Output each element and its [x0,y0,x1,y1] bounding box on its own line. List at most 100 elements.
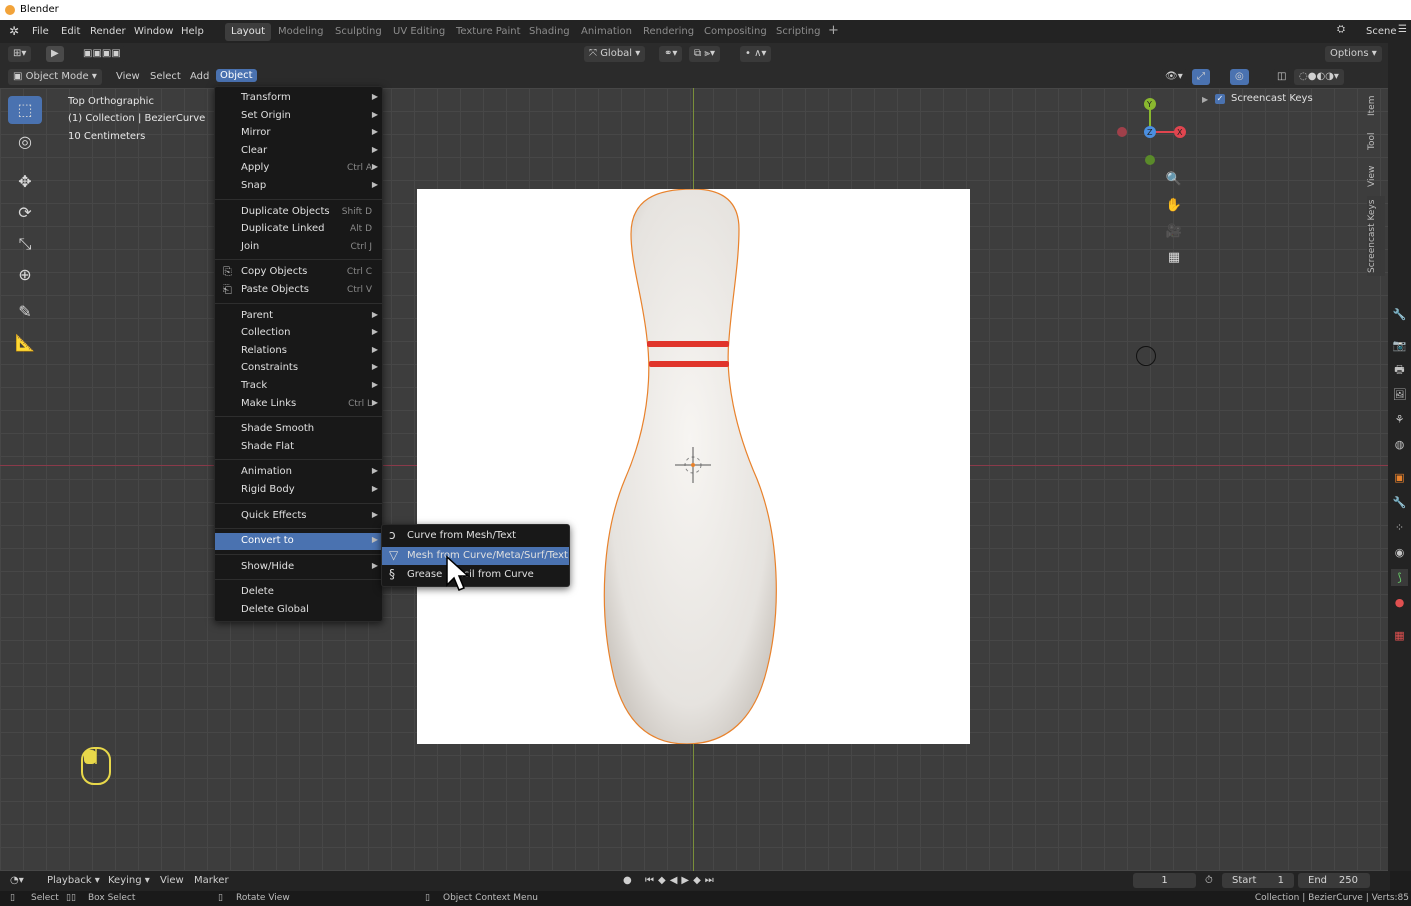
menu-item-join[interactable]: Join Ctrl J [215,239,382,256]
blender-menu-icon[interactable]: ✲ [9,24,19,38]
navigation-gizmo[interactable]: Y X Z [1110,92,1190,172]
material-properties-icon[interactable]: ● [1391,594,1408,611]
menu-item-delete[interactable]: Delete [215,584,382,601]
output-properties-icon[interactable]: 🖶 [1391,361,1408,378]
tool-settings-icon[interactable]: 🔧 [1391,306,1408,323]
menu-item-make-links[interactable]: Make Links Ctrl L ▶ [215,396,382,413]
menu-item-convert-to[interactable]: Convert to ▶ [215,533,382,551]
tab-shading[interactable]: Shading [523,23,576,41]
menu-item-set-origin[interactable]: Set Origin ▶ [215,108,382,125]
object-properties-icon[interactable]: ▣ [1391,469,1408,486]
submenu-item-mesh-from-curve-meta-surf-text[interactable]: ▽ Mesh from Curve/Meta/Surf/Text [382,546,569,565]
3d-viewport[interactable]: ⬚ ◎ ✥ ⟳ ⤡ ⊕ ✎ 📐 Top Orthographic (1) Col… [0,88,1388,871]
submenu-item-curve-from-mesh-text[interactable]: ↄ Curve from Mesh/Text [382,527,569,545]
visibility-icon[interactable]: 👁▾ [1160,69,1188,85]
sidebar-tab-tool[interactable]: Tool [1367,128,1385,154]
overlay-icon[interactable]: ◎ [1230,69,1249,85]
timeline-menu-view[interactable]: View [160,875,184,886]
scene-name[interactable]: Scene [1366,26,1397,37]
viewport-menu-select[interactable]: Select [150,71,181,82]
grid-view-icon[interactable]: ▦ [1162,246,1186,270]
menu-item-apply[interactable]: Apply Ctrl A ▶ [215,160,382,177]
snap-icon[interactable]: ⧉ ⫸▾ [689,46,720,62]
menu-file[interactable]: File [32,26,49,37]
sidebar-tab-screencast-keys[interactable]: Screencast Keys [1367,196,1385,276]
menu-item-clear[interactable]: Clear ▶ [215,143,382,160]
proportional-edit-icon[interactable]: • ∧▾ [740,46,772,62]
tab-animation[interactable]: Animation [575,23,638,41]
menu-item-transform[interactable]: Transform ▶ [215,90,382,107]
viewport-menu-add[interactable]: Add [190,71,209,82]
menu-edit[interactable]: Edit [61,26,80,37]
menu-item-copy-objects[interactable]: ⎘ Copy Objects Ctrl C [215,264,382,281]
tab-scripting[interactable]: Scripting [770,23,826,41]
timeline-editor-icon[interactable]: ◔▾ [10,875,24,886]
world-properties-icon[interactable]: ◍ [1391,436,1408,453]
pivot-icon[interactable]: ⚭▾ [659,46,683,62]
cursor-tool-icon[interactable]: ◎ [8,128,42,156]
select-tool-icon[interactable]: ▶ [46,46,64,62]
editor-type-icon[interactable]: ⊞▾ [8,46,32,62]
pan-hand-icon[interactable]: ✋ [1162,194,1186,218]
current-frame-field[interactable]: 1 [1133,873,1196,888]
expand-arrow-icon[interactable]: ▶ [1202,95,1208,104]
tab-uv-editing[interactable]: UV Editing [387,23,451,41]
viewport-menu-view[interactable]: View [116,71,140,82]
sidebar-tab-item[interactable]: Item [1367,92,1385,120]
timeline-menu-playback[interactable]: Playback ▾ [47,875,100,886]
playback-controls-icons[interactable]: ⏮◆◀▶◆⏭ [645,875,718,886]
end-frame-field[interactable]: End 250 [1298,873,1370,888]
menu-item-shade-smooth[interactable]: Shade Smooth [215,421,382,438]
start-frame-field[interactable]: Start 1 [1222,873,1294,888]
stopwatch-icon[interactable]: ⏱ [1205,875,1213,886]
tab-layout[interactable]: Layout [225,23,271,41]
select-box-tool-icon[interactable]: ⬚ [8,96,42,124]
measure-tool-icon[interactable]: 📐 [8,329,42,357]
xray-icon[interactable]: ◫ [1272,69,1292,85]
physics-properties-icon[interactable]: ◉ [1391,544,1408,561]
selection-mode-icons[interactable]: ▣▣▣▣ [78,46,126,62]
options-dropdown[interactable]: Options ▾ [1325,46,1382,62]
light-object-icon[interactable] [1136,346,1156,366]
zoom-icon[interactable]: 🔍 [1162,168,1186,192]
rotate-tool-icon[interactable]: ⟳ [8,199,42,227]
menu-item-duplicate-objects[interactable]: Duplicate Objects Shift D [215,204,382,221]
tab-texture-paint[interactable]: Texture Paint [450,23,527,41]
move-tool-icon[interactable]: ✥ [8,168,42,196]
camera-view-icon[interactable]: 🎥 [1162,220,1186,244]
menu-item-collection[interactable]: Collection ▶ [215,325,382,342]
scene-properties-icon[interactable]: ⚘ [1391,411,1408,428]
render-properties-icon[interactable]: 📷 [1391,337,1408,354]
menu-item-track[interactable]: Track ▶ [215,378,382,395]
menu-item-duplicate-linked[interactable]: Duplicate Linked Alt D [215,221,382,238]
timeline-menu-keying[interactable]: Keying ▾ [108,875,150,886]
tab-modeling[interactable]: Modeling [272,23,330,41]
transform-orientation[interactable]: ⤧ Global ▾ [584,46,646,62]
menu-item-quick-effects[interactable]: Quick Effects ▶ [215,508,382,525]
submenu-item-grease-pencil-from-curve[interactable]: § Grease Pencil from Curve [382,566,569,584]
tab-rendering[interactable]: Rendering [637,23,700,41]
shading-modes-icon[interactable]: ◌●◐◑▾ [1294,69,1344,85]
timeline-menu-marker[interactable]: Marker [194,875,229,886]
menu-help[interactable]: Help [181,26,204,37]
menu-render[interactable]: Render [90,26,126,37]
tab-sculpting[interactable]: Sculpting [329,23,388,41]
menu-item-rigid-body[interactable]: Rigid Body ▶ [215,482,382,499]
menu-item-snap[interactable]: Snap ▶ [215,178,382,195]
menu-window[interactable]: Window [134,26,173,37]
viewport-menu-object[interactable]: Object [216,69,257,82]
view-layer-properties-icon[interactable]: 🖼 [1391,386,1408,403]
modifier-properties-icon[interactable]: 🔧 [1391,494,1408,511]
scene-icon[interactable]: ⛭ [1337,24,1345,35]
mode-dropdown[interactable]: ▣ Object Mode ▾ [8,69,102,85]
screencast-checkbox[interactable]: ✓ [1215,94,1225,104]
tab-compositing[interactable]: Compositing [698,23,773,41]
menu-item-parent[interactable]: Parent ▶ [215,308,382,325]
annotate-tool-icon[interactable]: ✎ [8,298,42,326]
view-layer-icon[interactable]: ☰ [1398,24,1407,35]
menu-item-animation[interactable]: Animation ▶ [215,464,382,481]
menu-item-mirror[interactable]: Mirror ▶ [215,125,382,142]
menu-item-constraints[interactable]: Constraints ▶ [215,360,382,377]
transform-tool-icon[interactable]: ⊕ [8,261,42,289]
sidebar-tab-view[interactable]: View [1367,162,1385,190]
